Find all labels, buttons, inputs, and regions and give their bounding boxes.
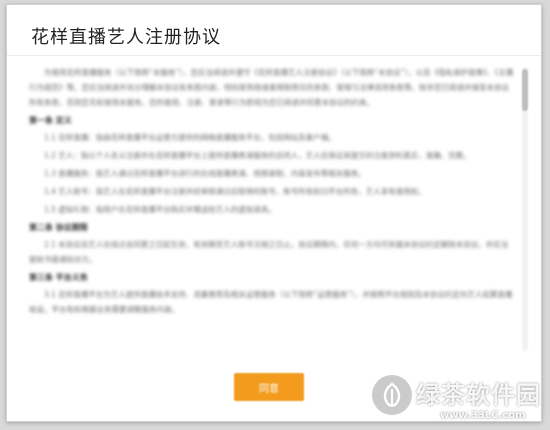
title-divider: [7, 55, 541, 56]
section-1-clause: 1.1 花样直播：指由花样直播平台运营方提供的网络直播服务平台，包括网站及客户端…: [44, 133, 336, 142]
section-1-clause: 1.5 虚拟礼物：指用户在花样直播平台购买并赠送给艺人的虚拟道具。: [44, 205, 276, 214]
section-1-clause: 1.4 艺人账号：指艺人在花样直播平台注册并经审核通过后取得的账号，账号所有权归…: [44, 187, 426, 196]
agreement-intro: 为使用花样直播服务（以下简称“本服务”），您应当阅读并遵守《花样直播艺人注册协议…: [29, 68, 514, 107]
section-heading-3: 第三条 平台义务: [29, 273, 88, 282]
section-1-clause: 1.2 艺人：指以个人名义注册并在花样直播平台上提供直播表演服务的自然人，艺人应…: [44, 151, 471, 160]
section-1-clause: 1.3 直播服务：指艺人通过花样直播平台进行的在线直播表演、视频录制、内容发布等…: [44, 169, 366, 178]
section-heading-1: 第一条 定义: [29, 116, 72, 125]
agreement-text-area[interactable]: 为使用花样直播服务（以下简称“本服务”），您应当阅读并遵守《花样直播艺人注册协议…: [29, 65, 515, 353]
section-heading-2: 第二条 协议期限: [29, 223, 88, 232]
agree-button[interactable]: 同意: [234, 373, 304, 401]
section-3-clause: 3.1 花样直播平台为艺人提供直播技术支持、流量推荐及相关运营服务（以下简称“运…: [29, 290, 513, 314]
section-2-clause: 2.1 本协议自艺人在线点击同意之日起生效，有效期至艺人账号注销之日止。协议期限…: [29, 240, 509, 264]
agreement-dialog: 花样直播艺人注册协议 为使用花样直播服务（以下简称“本服务”），您应当阅读并遵守…: [6, 4, 542, 422]
agreement-scrollbar[interactable]: [522, 67, 528, 351]
scrollbar-thumb[interactable]: [522, 69, 528, 111]
dialog-title: 花样直播艺人注册协议: [31, 27, 221, 48]
